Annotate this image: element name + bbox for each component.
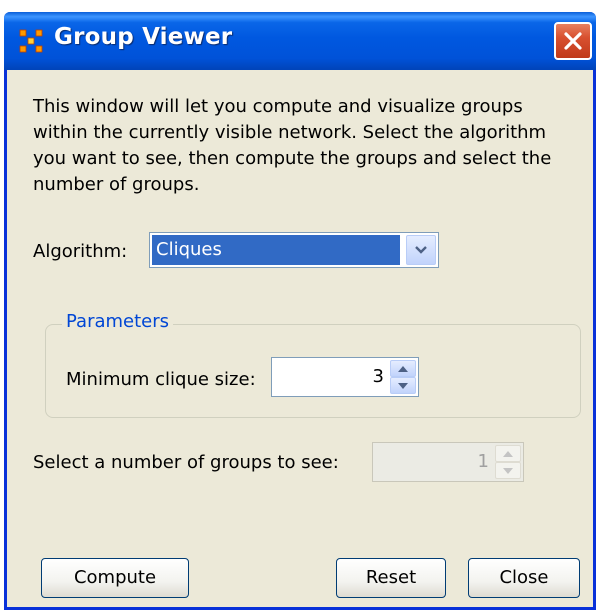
arrow-up-icon [398, 366, 408, 372]
algorithm-select[interactable]: Cliques [149, 232, 439, 268]
dialog-content: This window will let you compute and vis… [7, 70, 593, 607]
title-bar[interactable]: Group Viewer [4, 12, 596, 70]
min-clique-size-value[interactable]: 3 [373, 358, 384, 396]
min-clique-size-label: Minimum clique size: [66, 369, 256, 390]
groups-count-spinner[interactable]: 1 [372, 442, 524, 482]
group-viewer-window: Group Viewer This window will let you co… [4, 12, 596, 610]
reset-button[interactable]: Reset [336, 558, 446, 598]
compute-button[interactable]: Compute [41, 558, 189, 598]
min-clique-decrement-button[interactable] [390, 377, 416, 394]
arrow-down-icon [503, 468, 513, 474]
window-title: Group Viewer [54, 24, 233, 50]
description-text: This window will let you compute and vis… [33, 96, 552, 195]
min-clique-increment-button[interactable] [390, 360, 416, 377]
groups-increment-button[interactable] [495, 445, 521, 462]
close-button[interactable]: Close [468, 558, 580, 598]
groups-count-value[interactable]: 1 [478, 443, 489, 481]
groups-count-label: Select a number of groups to see: [33, 452, 339, 473]
spinner-buttons [390, 360, 416, 394]
parameters-group: Parameters Minimum clique size: 3 [45, 311, 581, 418]
algorithm-selected-value: Cliques [151, 234, 401, 266]
algorithm-label: Algorithm: [33, 241, 128, 262]
algorithm-dropdown-button[interactable] [406, 235, 436, 265]
min-clique-size-spinner[interactable]: 3 [271, 357, 419, 397]
parameters-legend: Parameters [62, 311, 174, 332]
spinner-buttons [495, 445, 521, 479]
chevron-down-icon [415, 246, 427, 254]
close-window-button[interactable] [554, 22, 592, 60]
arrow-down-icon [398, 383, 408, 389]
close-x-icon [564, 32, 582, 50]
arrow-up-icon [503, 451, 513, 457]
groups-decrement-button[interactable] [495, 462, 521, 479]
network-grid-icon [19, 29, 43, 53]
